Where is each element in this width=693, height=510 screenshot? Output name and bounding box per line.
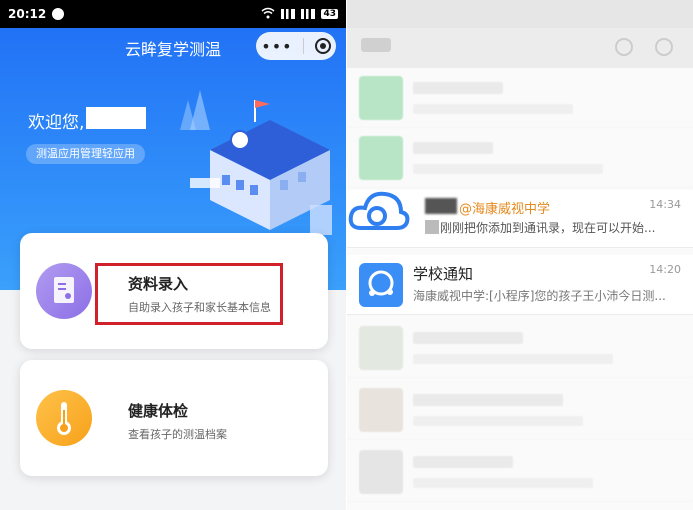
chat-avatar (359, 450, 403, 494)
school-notice-avatar (359, 263, 403, 307)
signal-icon-2 (301, 9, 316, 19)
chat-preview-blurred (413, 478, 593, 488)
left-phone-screen: 20:12 43 云眸复学测温 ••• 欢迎您, 测温应用管理轻应用 资料录入 … (0, 0, 346, 510)
chat-title-blurred (413, 142, 493, 154)
capsule-divider (303, 38, 305, 54)
header-title-blurred (361, 38, 391, 52)
card-title-health-check: 健康体检 (128, 402, 189, 420)
thermometer-icon (36, 390, 92, 446)
search-icon[interactable] (615, 38, 633, 56)
chat-preview-blurred (413, 354, 613, 364)
id-card-icon (36, 263, 92, 319)
chat-mention: @海康威视中学 (459, 202, 551, 217)
miniprogram-capsule[interactable]: ••• (256, 32, 336, 60)
battery-level: 43 (321, 9, 338, 19)
health-check-card[interactable]: 健康体检 查看孩子的测温档案 (20, 360, 328, 476)
chat-row-blurred-1[interactable] (347, 68, 693, 128)
card-desc-health-check: 查看孩子的测温档案 (128, 428, 227, 441)
red-highlight-box (95, 263, 283, 325)
welcome-text: 欢迎您, (28, 113, 85, 133)
right-status-bar (347, 0, 693, 28)
right-phone-screen: @海康威视中学 刚刚把你添加到通讯录，现在可以开始... 14:34 学校通知 … (347, 0, 693, 510)
chat-row-blurred-2[interactable] (347, 128, 693, 188)
chat-title-blurred (413, 394, 563, 406)
chat-message: 刚刚把你添加到通讯录，现在可以开始... (440, 221, 656, 235)
chat-title-blurred (413, 82, 503, 94)
cloud-logo-icon (347, 184, 411, 240)
chat-avatar (359, 136, 403, 180)
app-subtitle: 测温应用管理轻应用 (26, 144, 145, 164)
notification-icon (52, 8, 65, 20)
sender-name-redacted (425, 198, 457, 214)
close-miniprogram-icon[interactable] (314, 38, 331, 54)
title-bar: 云眸复学测温 ••• (0, 28, 346, 64)
signal-icon (281, 9, 296, 19)
right-header (347, 28, 693, 68)
chat-row-school-notice[interactable]: 学校通知 海康威视中学:[小程序]您的孩子王小沛今日测... 14:20 (347, 255, 693, 315)
chat-avatar (359, 76, 403, 120)
chat-preview-blurred (413, 416, 583, 426)
chat-preview-blurred (413, 104, 573, 114)
school-notice-time: 14:20 (649, 263, 681, 276)
school-notice-name: 学校通知 (413, 265, 474, 283)
chat-title-blurred (413, 332, 523, 344)
chat-title-blurred (413, 456, 513, 468)
chat-row-blurred-4[interactable] (347, 380, 693, 440)
message-prefix-redacted (425, 220, 439, 234)
status-time: 20:12 (8, 7, 47, 21)
chat-row-blurred-3[interactable] (347, 318, 693, 378)
info-entry-card[interactable]: 资料录入 自助录入孩子和家长基本信息 (20, 233, 328, 349)
chat-time: 14:34 (649, 198, 681, 211)
add-icon[interactable] (655, 38, 673, 56)
chat-avatar (359, 326, 403, 370)
school-building-illustration (160, 80, 340, 250)
chat-row-blurred-5[interactable] (347, 442, 693, 502)
chat-preview-blurred (413, 164, 603, 174)
wifi-icon (261, 7, 275, 22)
status-bar: 20:12 43 (0, 0, 346, 28)
chat-avatar (359, 388, 403, 432)
user-name-redacted (86, 107, 146, 129)
more-menu-icon[interactable]: ••• (261, 37, 292, 56)
school-notice-message: 海康威视中学:[小程序]您的孩子王小沛今日测... (413, 289, 666, 303)
